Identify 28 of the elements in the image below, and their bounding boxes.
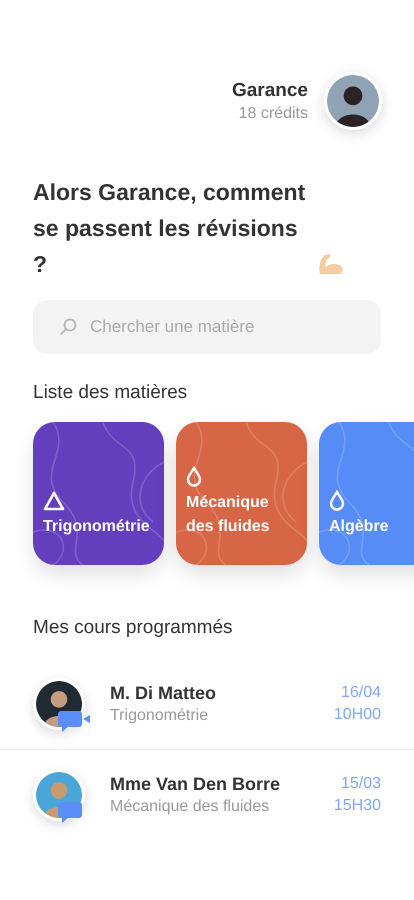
subject-label: Mécanique des fluides [186,493,271,537]
section-title: Mes cours programmés [33,617,234,639]
drop-icon [329,490,345,511]
subject-card[interactable]: Mécanique des fluides [176,422,307,565]
section-title: Liste des matières [33,382,188,404]
course-time: 10H00 [334,705,381,725]
avatar [327,75,379,127]
teacher-name: Mme Van Den Borre [110,774,282,795]
search-field[interactable]: Chercher une matière [33,300,381,354]
subject-card[interactable]: Algèbre [319,422,414,565]
course-time: 15H30 [334,796,381,816]
greeting-heading: Alors Garance, comment se passent les révisions ? [33,178,306,279]
teacher-name: M. Di Matteo [110,683,217,704]
course-subject: Mécanique des fluides [110,798,270,816]
course-date: 16/04 [340,683,381,703]
user-name: Garance [232,80,308,102]
subject-card[interactable]: Trigonométrie [33,422,164,565]
triangle-icon [43,491,65,511]
subject-label: Trigonométrie [43,517,151,537]
search-icon [59,318,77,336]
flexed-arm-icon [317,252,345,276]
credits-count: 18 crédits [238,104,308,122]
course-date: 15/03 [340,774,381,794]
drop-icon [186,466,202,487]
subject-label: Algèbre [329,517,390,537]
course-subject: Trigonométrie [110,707,210,725]
video-chat-icon [58,711,90,733]
chat-icon [58,802,82,824]
